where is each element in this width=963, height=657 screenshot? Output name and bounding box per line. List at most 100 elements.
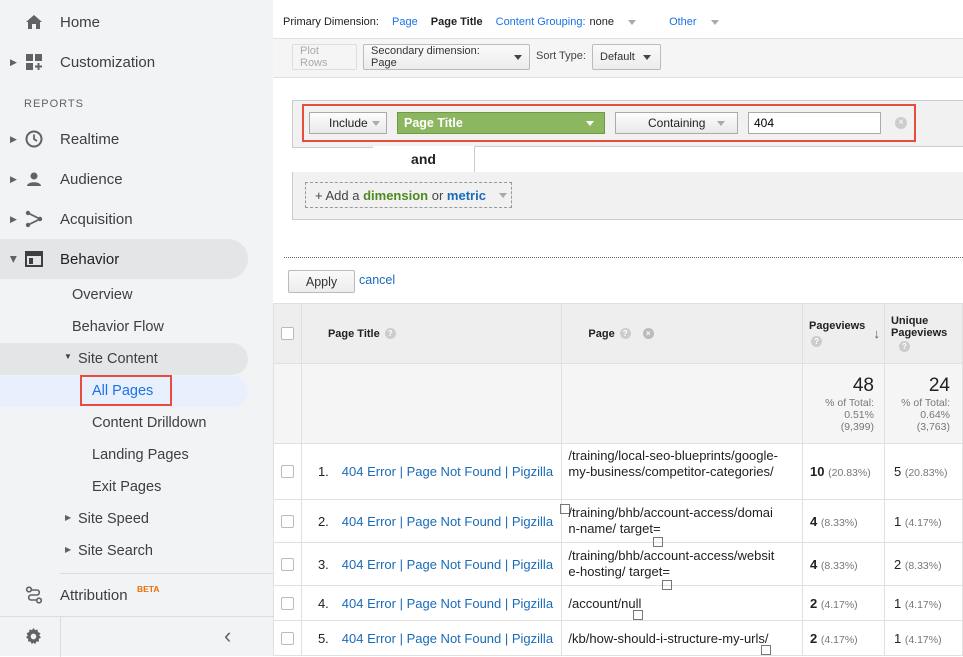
nav-audience-label: Audience [60,170,123,188]
dropdown-arrow-icon [710,20,719,25]
person-icon [24,169,44,189]
help-icon[interactable]: ? [811,336,823,347]
expand-caret-icon: ▶ [10,56,17,67]
pageviews-pct-label: % of Total: [825,396,874,409]
header-pageviews-label: Pageviews [809,320,866,332]
nav-customization-label: Customization [60,53,156,71]
nav-landing-pages[interactable]: Landing Pages [92,447,189,463]
help-icon[interactable]: ? [619,328,631,340]
header-page-title[interactable]: Page Title? [300,303,563,364]
nav-site-content[interactable]: Site Content [78,351,158,367]
clock-icon [24,129,44,149]
remove-column-icon[interactable]: × [642,328,654,340]
row-checkbox[interactable] [280,631,294,645]
totals-row: 48 % of Total: 0.51% (9,399) 24 % of Tot… [273,363,963,444]
row-checkbox[interactable] [280,465,294,478]
nav-home[interactable]: Home [0,2,273,42]
page-title-link[interactable]: 404 Error | Page Not Found | Pigzilla [342,514,553,529]
dimension-page-title-selected[interactable]: Page Title [431,16,483,28]
dropdown-arrow-icon [628,20,636,25]
pageviews-pct: (20.83%) [828,467,871,479]
unique-pct: (8.33%) [904,559,942,572]
add-dimension-or-metric-button[interactable]: + Add a dimension or metric [305,182,512,208]
pageviews-site-total: (9,399) [840,420,874,433]
dropdown-arrow-icon [514,54,522,60]
pageviews-pct: (8.33%) [820,559,858,572]
help-icon[interactable]: ? [384,328,396,340]
row-checkbox[interactable] [280,557,294,571]
pageviews-value: 4 [810,513,818,529]
other-dimension-dropdown[interactable]: Other [669,16,729,28]
page-title-link[interactable]: 404 Error | Page Not Found | Pigzilla [342,596,553,611]
unique-total: 24 [928,374,950,396]
attribution-icon [24,585,44,605]
table-header-row: Page Title? Page? × Pageviews ? ↓ Unique … [273,303,963,364]
gear-icon[interactable] [24,627,43,651]
unique-value: 2 [893,556,902,572]
unique-pct: 0.64% [920,408,950,421]
pageviews-value: 4 [810,556,818,572]
nav-site-speed[interactable]: Site Speed [78,511,149,527]
page-title-link[interactable]: 404 Error | Page Not Found | Pigzilla [342,631,553,646]
nav-realtime[interactable]: ▶ Realtime [0,119,273,159]
nav-attribution-label: Attribution [60,586,128,604]
footer-divider [60,617,61,657]
pageviews-value: 2 [810,630,818,646]
header-unique-label-2: Pageviews [890,327,948,339]
beta-badge: BETA [137,584,160,594]
nav-content-drilldown[interactable]: Content Drilldown [92,415,206,431]
primary-dimension-label: Primary Dimension: [283,16,379,28]
plot-rows-button[interactable]: Plot Rows [292,44,357,70]
page-title-link[interactable]: 404 Error | Page Not Found | Pigzilla [342,557,553,572]
select-all-checkbox[interactable] [280,327,294,340]
nav-exit-pages[interactable]: Exit Pages [92,479,161,495]
page-path: /kb/how-should-i-structure-my-urls/ [568,630,769,646]
unique-value: 1 [893,595,902,611]
unique-pct: (20.83%) [904,467,948,479]
help-icon[interactable]: ? [898,341,910,352]
page-title-link[interactable]: 404 Error | Page Not Found | Pigzilla [342,464,553,479]
table-row: 3. 404 Error | Page Not Found | Pigzilla … [273,542,963,590]
expand-caret-icon: ▶ [10,173,17,184]
collapse-sidebar-icon[interactable]: ‹ [224,623,231,649]
cancel-link[interactable]: cancel [359,273,395,287]
unique-value: 1 [893,513,902,529]
nav-behavior[interactable]: ▶ Behavior [0,239,248,279]
expand-caret-icon: ▶ [65,513,72,522]
row-index: 2. [317,513,329,529]
reports-section-label: REPORTS [24,98,84,110]
nav-attribution[interactable]: Attribution BETA [0,575,273,615]
nav-overview[interactable]: Overview [72,287,132,303]
expanded-caret-icon: ▼ [64,352,72,361]
acquisition-branch-icon [24,209,44,229]
dropdown-arrow-icon [499,192,507,198]
table-row: 2. 404 Error | Page Not Found | Pigzilla … [273,499,963,547]
apply-button[interactable]: Apply [288,270,355,293]
open-page-icon[interactable] [760,644,771,655]
header-unique-label-1: Unique [890,315,929,327]
collapse-caret-icon: ▶ [8,255,19,263]
header-page[interactable]: Page? × [561,303,804,364]
nav-audience[interactable]: ▶ Audience [0,159,273,199]
dimension-page-link[interactable]: Page [392,16,418,28]
secondary-dimension-dropdown[interactable]: Secondary dimension: Page [363,44,530,70]
select-all-cell [273,303,302,364]
row-checkbox[interactable] [280,514,294,528]
open-page-icon[interactable] [633,609,644,620]
nav-behavior-flow[interactable]: Behavior Flow [72,319,164,335]
sort-type-dropdown[interactable]: Default [592,44,661,70]
pageviews-total-cell: 48 % of Total: 0.51% (9,399) [802,363,885,444]
header-pageviews[interactable]: Pageviews ? ↓ [802,303,885,364]
header-unique-pageviews[interactable]: Unique Pageviews ? [883,303,963,364]
nav-acquisition[interactable]: ▶ Acquisition [0,199,273,239]
filter-divider [284,257,963,258]
nav-acquisition-label: Acquisition [60,210,133,228]
sort-descending-icon[interactable]: ↓ [873,326,880,341]
row-checkbox[interactable] [280,596,294,610]
content-grouping-label: Content Grouping: [495,16,586,28]
content-grouping-dropdown[interactable]: none [590,16,646,28]
nav-site-search[interactable]: Site Search [78,543,153,559]
nav-customization[interactable]: ▶ Customization [0,42,273,82]
data-table: Page Title? Page? × Pageviews ? ↓ Unique … [273,303,963,656]
primary-dimension-bar: Primary Dimension: Page Page Title Conte… [283,16,739,28]
